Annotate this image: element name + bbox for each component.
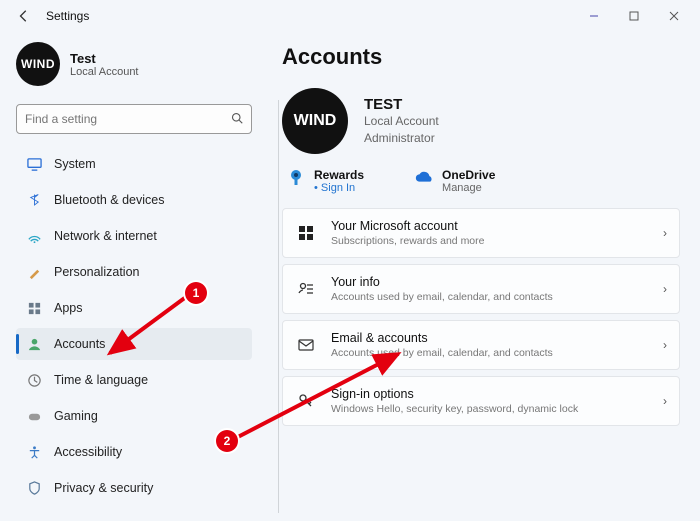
search-input[interactable] [25,112,231,126]
search-box[interactable] [16,104,252,134]
card-your-info[interactable]: Your infoAccounts used by email, calenda… [282,264,680,314]
divider [278,100,279,513]
nav-label: Apps [54,301,83,315]
title-bar: Settings [0,0,700,32]
onedrive-action[interactable]: Manage [442,182,495,194]
accessibility-icon [26,444,42,460]
card-title: Your Microsoft account [331,219,485,235]
card-title: Your info [331,275,553,291]
page-heading: Accounts [282,44,680,70]
maximize-button[interactable] [614,2,654,30]
email-icon [295,337,317,353]
main-content: Accounts WIND TEST Local Account Adminis… [264,32,700,520]
rewards-icon [286,168,306,188]
nav-gaming[interactable]: Gaming [16,400,252,432]
nav-label: Personalization [54,265,139,279]
nav-network[interactable]: Network & internet [16,220,252,252]
nav-system[interactable]: System [16,148,252,180]
apps-icon [26,300,42,316]
card-sub: Windows Hello, security key, password, d… [331,403,578,415]
nav-label: Time & language [54,373,148,387]
card-email-accounts[interactable]: Email & accountsAccounts used by email, … [282,320,680,370]
card-signin-options[interactable]: Sign-in optionsWindows Hello, security k… [282,376,680,426]
card-sub: Accounts used by email, calendar, and co… [331,291,553,303]
personalization-icon [26,264,42,280]
nav-time[interactable]: Time & language [16,364,252,396]
account-header: WIND TEST Local Account Administrator [282,88,680,154]
privacy-icon [26,480,42,496]
nav-bluetooth[interactable]: Bluetooth & devices [16,184,252,216]
profile-block[interactable]: WIND Test Local Account [16,42,252,86]
time-icon [26,372,42,388]
profile-name: Test [70,51,139,66]
chevron-right-icon: › [663,338,667,352]
window-title: Settings [46,9,89,23]
minimize-button[interactable] [574,2,614,30]
rewards-action[interactable]: • Sign In [314,182,364,194]
annotation-badge-1: 1 [185,282,207,304]
rewards-item[interactable]: Rewards • Sign In [286,168,364,194]
account-name: TEST [364,96,439,113]
card-sub: Subscriptions, rewards and more [331,235,485,247]
onedrive-icon [414,168,434,188]
onedrive-title: OneDrive [442,168,495,182]
back-button[interactable] [12,4,36,28]
nav-label: Accessibility [54,445,122,459]
account-type: Local Account [364,113,439,129]
settings-cards: Your Microsoft accountSubscriptions, rew… [282,208,680,426]
account-role: Administrator [364,130,439,146]
card-sub: Accounts used by email, calendar, and co… [331,347,553,359]
gaming-icon [26,408,42,424]
nav-label: Network & internet [54,229,157,243]
annotation-badge-2: 2 [216,430,238,452]
chevron-right-icon: › [663,226,667,240]
bluetooth-icon [26,192,42,208]
nav-apps[interactable]: Apps [16,292,252,324]
profile-subtitle: Local Account [70,66,139,78]
onedrive-item[interactable]: OneDrive Manage [414,168,495,194]
nav-label: Privacy & security [54,481,153,495]
chevron-right-icon: › [663,282,667,296]
close-button[interactable] [654,2,694,30]
account-avatar: WIND [282,88,348,154]
accounts-icon [26,336,42,352]
system-icon [26,156,42,172]
nav-list: System Bluetooth & devices Network & int… [16,148,252,504]
card-microsoft-account[interactable]: Your Microsoft accountSubscriptions, rew… [282,208,680,258]
nav-label: Gaming [54,409,98,423]
avatar: WIND [16,42,60,86]
quick-links: Rewards • Sign In OneDrive Manage [286,168,680,194]
search-icon [231,112,243,127]
nav-accounts[interactable]: Accounts [16,328,252,360]
microsoft-icon [295,225,317,241]
chevron-right-icon: › [663,394,667,408]
card-title: Email & accounts [331,331,553,347]
network-icon [26,228,42,244]
key-icon [295,393,317,409]
your-info-icon [295,281,317,297]
nav-label: Accounts [54,337,105,351]
nav-privacy[interactable]: Privacy & security [16,472,252,504]
nav-personalization[interactable]: Personalization [16,256,252,288]
nav-label: System [54,157,96,171]
nav-label: Bluetooth & devices [54,193,165,207]
card-title: Sign-in options [331,387,578,403]
rewards-title: Rewards [314,168,364,182]
